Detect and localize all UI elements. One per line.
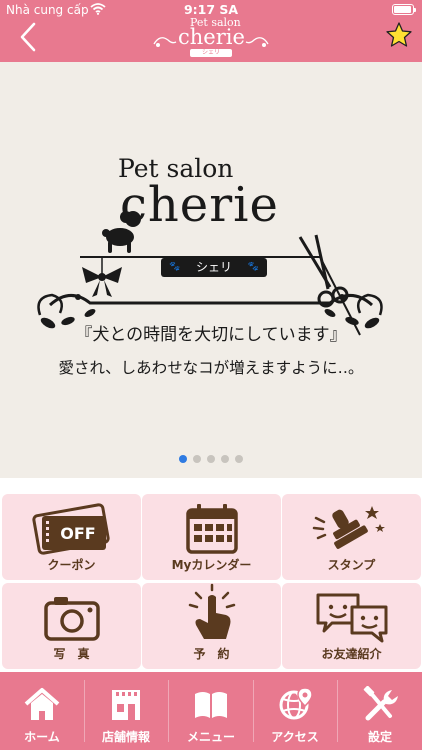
tab-store-info[interactable]: 店舗情報 — [84, 672, 168, 750]
stamp-button[interactable]: スタンプ — [282, 494, 421, 580]
tab-access[interactable]: アクセス — [253, 672, 337, 750]
hero-tagline: 『犬との時間を大切にしています』 — [75, 325, 347, 345]
my-calendar-button[interactable]: Myカレンダー — [142, 494, 281, 580]
header-logo: Pet salon cherie シェリ — [150, 16, 272, 58]
svg-text:OFF: OFF — [60, 524, 95, 543]
page-dot[interactable] — [179, 455, 187, 463]
header-logo-line3: シェリ — [190, 49, 232, 57]
app-header: Nhà cung cấp 9:17 SA Pet salon cherie シェ… — [0, 0, 422, 62]
paw-icon: 🐾 — [169, 262, 181, 272]
battery-icon — [392, 4, 416, 15]
menu-grid: OFF クーポン Myカレンダー スタンプ 写 真 予 約 お友達紹介 — [0, 478, 422, 670]
tap-hand-icon — [188, 583, 236, 639]
header-ornament-icon — [153, 37, 269, 47]
bottom-tab-bar: ホーム 店舗情報 メニュー アクセス 設定 — [0, 672, 422, 750]
tab-home-label: ホーム — [24, 730, 60, 744]
refer-friend-label: お友達紹介 — [321, 647, 382, 661]
reservation-label: 予 約 — [193, 647, 230, 661]
tab-home[interactable]: ホーム — [0, 672, 84, 750]
logo-cherie-text: cherie — [120, 177, 279, 233]
tools-icon — [363, 686, 398, 721]
status-time: 9:17 SA — [183, 2, 239, 17]
tab-menu[interactable]: メニュー — [169, 672, 253, 750]
home-icon — [24, 688, 60, 720]
page-indicator[interactable] — [0, 455, 422, 463]
my-calendar-label: Myカレンダー — [171, 558, 252, 572]
refer-friend-button[interactable]: お友達紹介 — [282, 583, 421, 669]
page-dot[interactable] — [221, 455, 229, 463]
tab-settings[interactable]: 設定 — [338, 672, 422, 750]
coupon-off-icon: OFF — [32, 503, 110, 555]
stamp-icon — [312, 506, 385, 549]
chat-faces-icon — [316, 593, 388, 643]
page-dot[interactable] — [193, 455, 201, 463]
photo-label: 写 真 — [53, 647, 90, 661]
reservation-button[interactable]: 予 約 — [142, 583, 281, 669]
stamp-label: スタンプ — [327, 558, 376, 572]
tab-store-info-label: 店舗情報 — [101, 730, 150, 744]
logo-sheri-text: シェリ — [195, 260, 232, 274]
calendar-icon — [186, 504, 238, 554]
battery-level — [394, 6, 411, 13]
paw-icon: 🐾 — [247, 262, 259, 272]
hero-subtagline: 愛され、しあわせなコが増えますように‥。 — [58, 359, 364, 377]
page-dot[interactable] — [235, 455, 243, 463]
favorite-star-button[interactable] — [384, 20, 414, 50]
camera-icon — [44, 597, 100, 641]
store-icon — [112, 690, 140, 720]
logo-sheri-badge: 🐾 シェリ 🐾 — [161, 258, 267, 277]
hero-slider[interactable]: Pet salon cherie 🐾 シェリ 🐾 『犬との時間を大切にしています… — [0, 62, 422, 478]
tab-settings-label: 設定 — [367, 730, 392, 744]
coupon-button[interactable]: OFF クーポン — [2, 494, 141, 580]
tab-access-label: アクセス — [271, 730, 319, 744]
photo-button[interactable]: 写 真 — [2, 583, 141, 669]
back-button[interactable] — [14, 20, 44, 54]
page-dot[interactable] — [207, 455, 215, 463]
coupon-label: クーポン — [47, 558, 96, 572]
globe-pin-icon — [279, 687, 313, 720]
book-icon — [195, 692, 227, 718]
tab-menu-label: メニュー — [186, 730, 235, 744]
